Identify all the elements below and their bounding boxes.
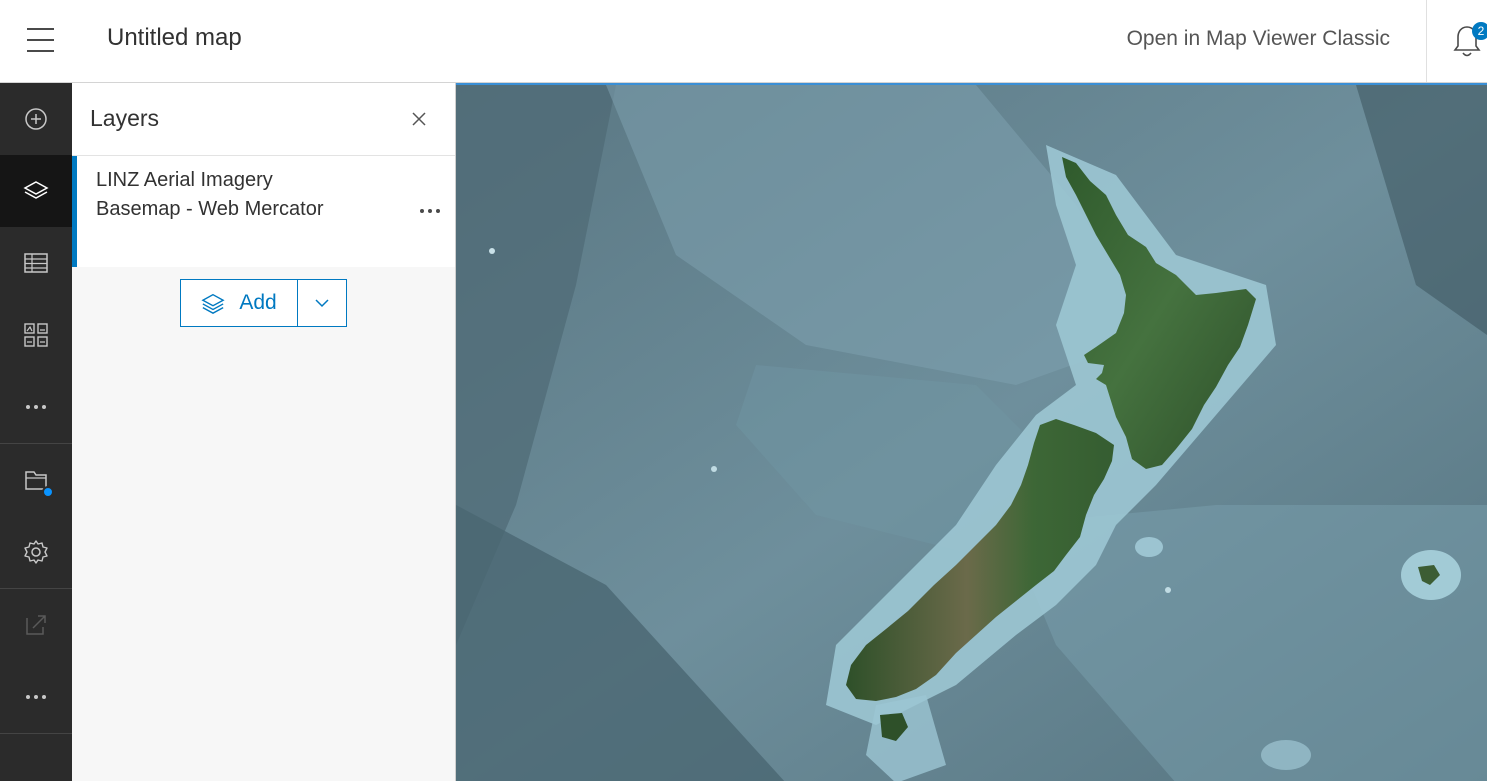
add-layer-label: Add [239, 291, 277, 314]
app-header: Untitled map Open in Map Viewer Classic … [0, 0, 1487, 83]
menu-bar-icon [27, 50, 54, 52]
layer-options-button[interactable] [414, 196, 446, 226]
menu-bar-icon [27, 28, 54, 30]
action-bar-divider [0, 733, 72, 734]
more-tools-button[interactable] [0, 371, 72, 443]
open-map-viewer-classic-link[interactable]: Open in Map Viewer Classic [1127, 27, 1390, 51]
more-settings-button[interactable] [0, 661, 72, 733]
map-imagery [456, 85, 1487, 781]
layers-panel-header: Layers [72, 83, 455, 156]
add-circle-icon [25, 108, 47, 130]
tables-action-button[interactable] [0, 227, 72, 299]
notification-count-badge: 2 [1472, 22, 1487, 40]
table-icon [24, 253, 48, 273]
share-icon [26, 615, 46, 635]
more-icon [420, 209, 424, 213]
add-layer-dropdown-button[interactable] [298, 279, 347, 327]
layers-icon [201, 293, 225, 314]
layers-action-button[interactable] [0, 155, 72, 227]
share-action-button[interactable] [0, 589, 72, 661]
add-action-button[interactable] [0, 83, 72, 155]
more-icon [26, 695, 46, 699]
more-icon [428, 209, 432, 213]
gear-icon [24, 540, 48, 564]
hamburger-menu-button[interactable] [17, 20, 65, 60]
settings-action-button[interactable] [0, 516, 72, 588]
layers-panel-title: Layers [90, 105, 160, 131]
layers-icon [23, 181, 49, 199]
layer-list-item[interactable]: LINZ Aerial Imagery Basemap - Web Mercat… [72, 156, 455, 267]
notifications-button[interactable]: 2 [1450, 20, 1487, 64]
map-view[interactable] [456, 83, 1487, 781]
layers-panel: Layers LINZ Aerial Imagery Basemap - Web… [72, 83, 456, 781]
legend-action-button[interactable] [0, 299, 72, 371]
menu-bar-icon [27, 39, 54, 41]
legend-icon [24, 323, 48, 347]
action-bar [0, 83, 72, 781]
more-icon [436, 209, 440, 213]
map-title[interactable]: Untitled map [107, 24, 242, 52]
close-panel-button[interactable] [405, 105, 433, 133]
more-icon [26, 405, 46, 409]
save-open-action-button[interactable] [0, 444, 72, 516]
add-layer-button-group: Add [180, 279, 347, 327]
close-icon [412, 112, 426, 126]
add-layer-button[interactable]: Add [180, 279, 298, 327]
header-divider [1426, 0, 1427, 82]
layer-name: LINZ Aerial Imagery Basemap - Web Mercat… [96, 169, 324, 220]
unsaved-changes-dot [42, 486, 54, 498]
chevron-down-icon [315, 299, 329, 308]
